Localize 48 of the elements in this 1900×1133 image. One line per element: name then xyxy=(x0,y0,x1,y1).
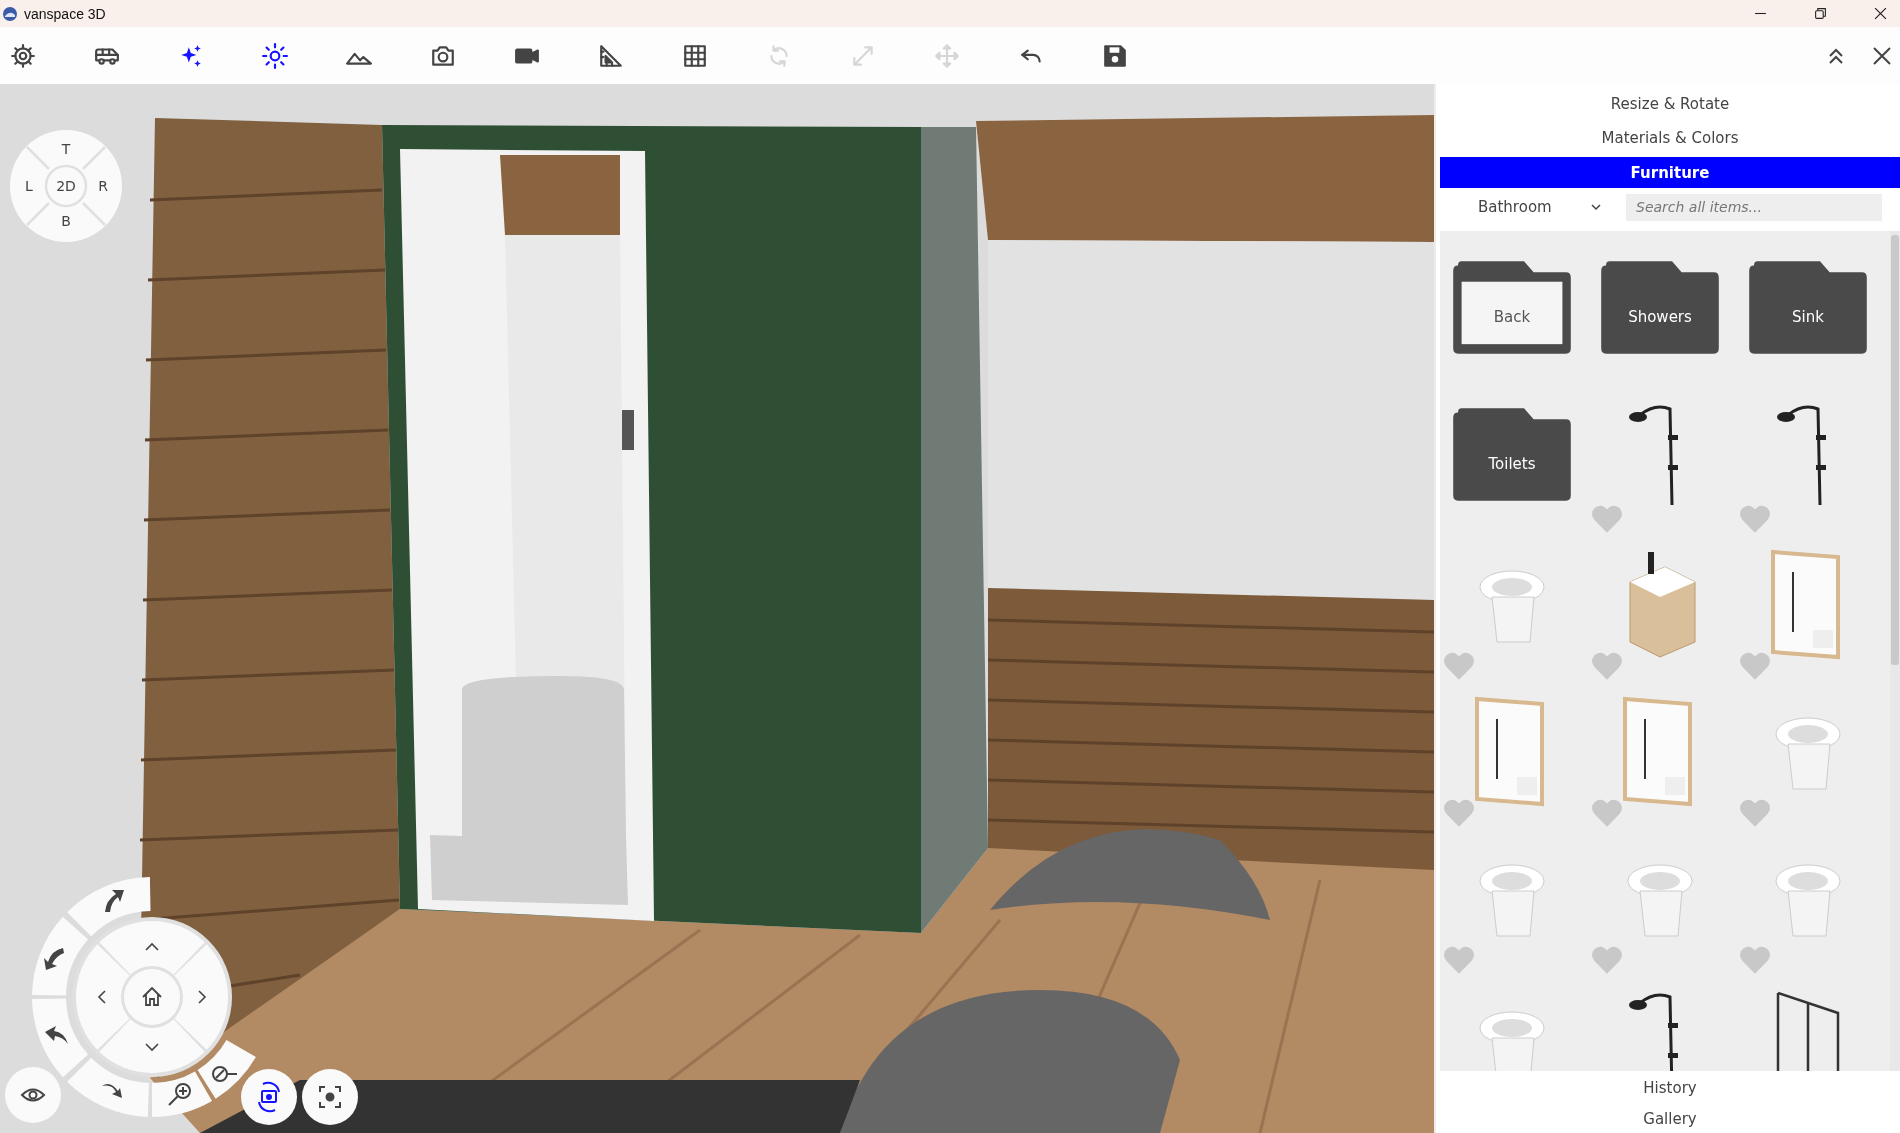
zoom-out-button[interactable] xyxy=(197,1040,256,1099)
zoom-out-icon xyxy=(212,1066,238,1082)
panel-tab[interactable]: Furniture xyxy=(1440,157,1900,188)
orbit-camera-button[interactable] xyxy=(241,1069,297,1125)
folder-button[interactable]: Showers xyxy=(1600,260,1720,355)
focus-icon xyxy=(319,1086,341,1108)
pan-up-button[interactable] xyxy=(99,921,205,975)
curved-arrow-icon xyxy=(44,948,64,970)
top-view-label[interactable]: T xyxy=(61,141,71,157)
folder-button[interactable]: Sink xyxy=(1748,260,1868,355)
zoom-in-button[interactable] xyxy=(152,1071,212,1117)
scrollbar[interactable] xyxy=(1890,231,1900,1071)
search-field[interactable]: Search all items... xyxy=(1626,193,1882,221)
focus-button[interactable] xyxy=(302,1069,358,1125)
app-logo-icon xyxy=(2,5,18,22)
folder-button[interactable]: Toilets xyxy=(1452,407,1572,502)
home-icon xyxy=(142,986,162,1006)
grid-icon[interactable] xyxy=(682,42,708,69)
eye-icon xyxy=(21,1088,45,1102)
bottom-view-label[interactable]: B xyxy=(61,213,71,229)
curved-arrow-icon xyxy=(45,1026,68,1044)
tilt-left-button[interactable] xyxy=(32,998,89,1078)
chevron-right-icon xyxy=(198,990,207,1004)
left-view-label[interactable]: L xyxy=(25,177,33,194)
restore-icon[interactable] xyxy=(1814,7,1827,20)
curved-arrow-icon xyxy=(102,1083,122,1098)
pan-right-button[interactable] xyxy=(174,944,228,1050)
chevron-down-icon xyxy=(145,1043,159,1052)
window-title: vanspace 3D xyxy=(24,5,106,22)
home-button[interactable] xyxy=(124,969,180,1025)
settings-icon[interactable] xyxy=(10,42,36,69)
chevron-up-icon xyxy=(145,942,159,951)
curved-arrow-icon xyxy=(105,890,124,912)
2d-view-button[interactable] xyxy=(44,164,88,208)
chevron-down-icon xyxy=(1590,201,1602,213)
sun-icon[interactable] xyxy=(262,42,288,69)
2d-view-label[interactable]: 2D xyxy=(56,177,76,194)
save-icon[interactable] xyxy=(1102,42,1128,69)
visibility-button[interactable] xyxy=(5,1067,61,1123)
chevron-left-icon xyxy=(97,990,106,1004)
orbit-camera-icon xyxy=(258,1081,280,1113)
scrollbar-thumb[interactable] xyxy=(1891,235,1899,665)
rotate-up-button[interactable] xyxy=(67,877,151,937)
back-folder-button[interactable]: Back xyxy=(1452,260,1572,355)
rotate-left-button[interactable] xyxy=(32,916,89,996)
zoom-in-icon xyxy=(168,1083,191,1106)
right-view-label[interactable]: R xyxy=(98,177,108,194)
close-icon[interactable] xyxy=(1874,7,1887,20)
